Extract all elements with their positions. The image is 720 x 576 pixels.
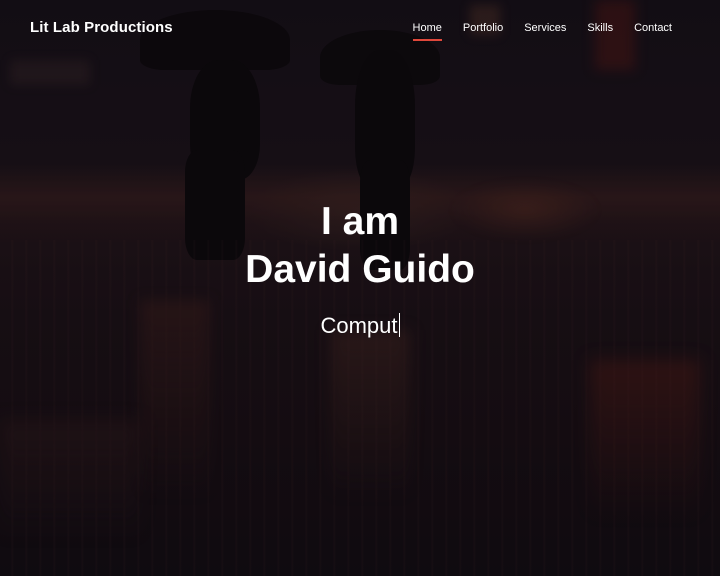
nav-skills[interactable]: Skills [587, 22, 613, 34]
hero-heading-block: I am David Guido Comput [0, 198, 720, 341]
nav-contact[interactable]: Contact [634, 22, 672, 34]
hero-name-text: David Guido [245, 248, 475, 291]
nav-services[interactable]: Services [524, 22, 566, 34]
typed-text-line: Comput [0, 311, 720, 341]
brand-logo-link[interactable]: Lit Lab Productions [30, 19, 173, 36]
typing-cursor [398, 313, 400, 337]
hero-section: Lit Lab Productions Home Portfolio Servi… [0, 0, 720, 576]
hero-intro-text: I am [320, 200, 400, 243]
main-nav: Home Portfolio Services Skills Contact [392, 22, 672, 41]
nav-portfolio[interactable]: Portfolio [463, 22, 503, 34]
typed-text: Comput [320, 313, 398, 338]
nav-home[interactable]: Home [412, 22, 443, 41]
